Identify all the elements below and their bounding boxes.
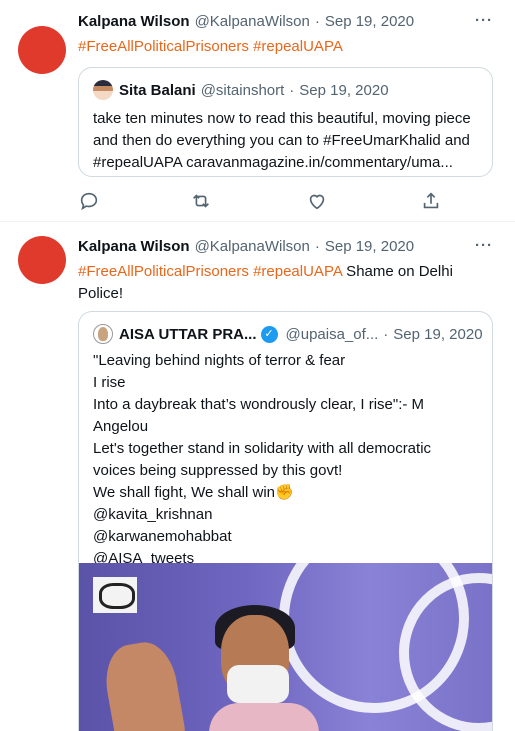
hashtags[interactable]: #FreeAllPoliticalPrisoners #repealUAPA [78, 263, 342, 280]
author-handle[interactable]: @KalpanaWilson [195, 13, 310, 30]
avatar[interactable] [18, 236, 66, 284]
quoted-tweet[interactable]: Sita Balani @sitainshort · Sep 19, 2020 … [78, 67, 493, 177]
quoted-media[interactable] [79, 563, 492, 731]
author-name[interactable]: Kalpana Wilson [78, 238, 190, 255]
quoted-author-name: Sita Balani [119, 81, 196, 99]
tweet-header: Kalpana Wilson @KalpanaWilson · Sep 19, … [78, 238, 415, 255]
share-icon[interactable] [420, 190, 442, 212]
media-logo-icon [93, 577, 137, 613]
quoted-header: AISA UTTAR PRA... ✓ @upaisa_of... · Sep … [93, 324, 483, 344]
quoted-avatar [93, 80, 113, 100]
more-icon[interactable]: ··· [475, 237, 493, 254]
quoted-author-handle: @sitainshort [200, 81, 285, 99]
avatar[interactable] [18, 26, 66, 74]
quoted-date: Sep 19, 2020 [393, 325, 483, 343]
reply-icon[interactable] [78, 190, 100, 212]
author-name[interactable]: Kalpana Wilson [78, 13, 190, 30]
like-icon[interactable] [306, 190, 328, 212]
quoted-author-name: AISA UTTAR PRA... [119, 325, 257, 343]
quoted-header: Sita Balani @sitainshort · Sep 19, 2020 [93, 80, 389, 100]
quoted-author-handle: @upaisa_of... [285, 325, 379, 343]
quoted-avatar [93, 324, 113, 344]
tweet-header: Kalpana Wilson @KalpanaWilson · Sep 19, … [78, 13, 415, 30]
quoted-text: take ten minutes now to read this beauti… [93, 110, 471, 171]
tweet-date[interactable]: Sep 19, 2020 [325, 238, 414, 255]
media-person [99, 583, 319, 731]
quoted-text: "Leaving behind nights of terror & fear … [93, 352, 432, 567]
retweet-icon[interactable] [190, 190, 212, 212]
more-icon[interactable]: ··· [475, 12, 493, 29]
tweet-text: #FreeAllPoliticalPrisoners #repealUAPA S… [78, 263, 453, 302]
quoted-date: Sep 19, 2020 [299, 81, 389, 99]
tweet[interactable]: Kalpana Wilson @KalpanaWilson · Sep 19, … [0, 0, 515, 222]
quoted-tweet[interactable]: AISA UTTAR PRA... ✓ @upaisa_of... · Sep … [78, 311, 493, 731]
tweet-actions [78, 190, 478, 214]
verified-icon: ✓ [260, 325, 278, 343]
author-handle[interactable]: @KalpanaWilson [195, 238, 310, 255]
hashtags[interactable]: #FreeAllPoliticalPrisoners #repealUAPA [78, 36, 493, 58]
tweet-date[interactable]: Sep 19, 2020 [325, 13, 414, 30]
